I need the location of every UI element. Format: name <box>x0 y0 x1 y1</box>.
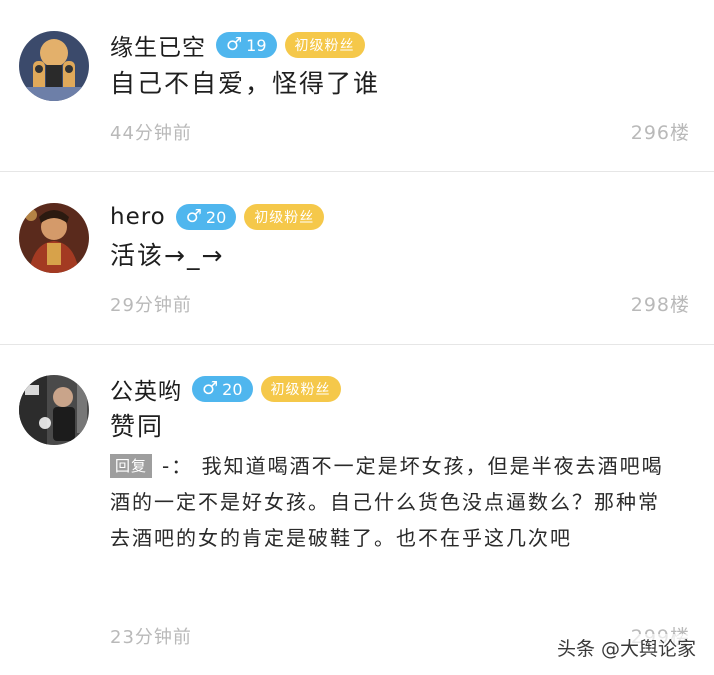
comment-text: 自己不自爱，怪得了谁 <box>110 69 381 98</box>
avatar[interactable] <box>19 203 89 273</box>
reply-text: -： 我知道喝酒不一定是坏女孩，但是半夜去酒吧喝酒的一定不是好女孩。自己什么货色… <box>110 454 664 550</box>
male-icon: ♂ <box>226 34 243 55</box>
user-info-row: 公英哟 ♂ 20 初级粉丝 <box>110 372 349 406</box>
user-info-row: 缘生已空 ♂ 19 初级粉丝 <box>110 28 373 62</box>
gender-age-badge: ♂ 19 <box>216 32 277 58</box>
username[interactable]: 公英哟 <box>110 372 182 406</box>
fan-level-badge: 初级粉丝 <box>260 376 341 402</box>
comment-text: 赞同 <box>110 412 165 441</box>
user-info-row: hero ♂ 20 初级粉丝 <box>110 203 332 231</box>
comment-item: 缘生已空 ♂ 19 初级粉丝 自己不自爱，怪得了谁 44分钟前 296楼 <box>0 0 714 172</box>
avatar-image-icon <box>19 375 89 445</box>
male-icon: ♂ <box>202 378 219 399</box>
gender-age-badge: ♂ 20 <box>175 204 237 230</box>
age-label: 19 <box>246 35 267 55</box>
fan-level-badge: 初级粉丝 <box>244 204 325 230</box>
avatar-image-icon <box>19 31 89 101</box>
quoted-reply: 回复 -： 我知道喝酒不一定是坏女孩，但是半夜去酒吧喝酒的一定不是好女孩。自己什么… <box>110 448 670 556</box>
gender-age-badge: ♂ 20 <box>192 376 253 402</box>
comment-text: 活该→_→ <box>110 241 225 270</box>
floor-number: 298楼 <box>630 294 690 316</box>
reply-tag[interactable]: 回复 <box>110 454 153 478</box>
age-label: 20 <box>205 207 227 227</box>
comment-time: 29分钟前 <box>110 295 192 316</box>
username[interactable]: hero <box>110 204 166 230</box>
comment-time: 44分钟前 <box>110 123 192 144</box>
age-label: 20 <box>222 379 243 399</box>
comment-time: 23分钟前 <box>110 627 192 648</box>
comment-item: hero ♂ 20 初级粉丝 活该→_→ 29分钟前 298楼 <box>0 172 714 345</box>
avatar[interactable] <box>19 31 89 101</box>
avatar-image-icon <box>19 203 89 273</box>
username[interactable]: 缘生已空 <box>110 28 206 62</box>
watermark: 头条 @大舆论家 <box>554 634 698 661</box>
fan-level-badge: 初级粉丝 <box>284 32 365 58</box>
floor-number: 296楼 <box>630 122 690 144</box>
avatar[interactable] <box>19 375 89 445</box>
male-icon: ♂ <box>185 206 202 227</box>
